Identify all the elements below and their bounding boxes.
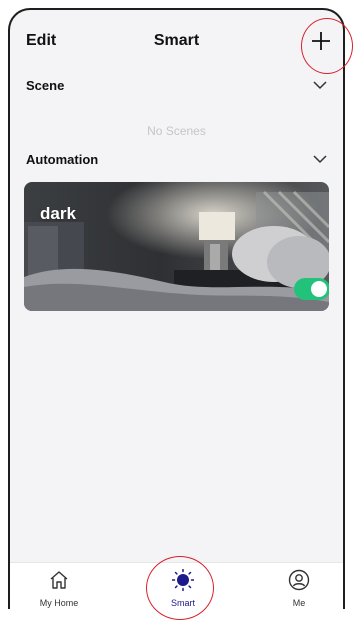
chevron-down-icon[interactable] bbox=[313, 80, 327, 90]
automation-section-header[interactable]: Automation bbox=[10, 148, 343, 172]
tab-smart[interactable]: Smart bbox=[138, 568, 228, 608]
home-icon bbox=[50, 571, 68, 589]
tab-label: Smart bbox=[170, 598, 195, 608]
automation-label: Automation bbox=[26, 152, 99, 167]
toggle-knob bbox=[311, 281, 327, 297]
header: Edit Smart bbox=[10, 10, 343, 66]
no-scenes-text: No Scenes bbox=[147, 124, 206, 138]
user-icon bbox=[288, 569, 310, 591]
phone-screen: Edit Smart Scene No Scenes Automation da… bbox=[8, 8, 345, 609]
automation-name: dark bbox=[40, 204, 76, 223]
add-button[interactable] bbox=[306, 26, 336, 56]
sun-icon bbox=[171, 568, 195, 592]
automation-toggle[interactable] bbox=[294, 278, 329, 300]
tab-label: Me bbox=[292, 598, 306, 608]
tab-bar: My Home Smart Me bbox=[10, 562, 343, 609]
scene-section-header[interactable]: Scene bbox=[10, 74, 343, 98]
tab-my-home[interactable]: My Home bbox=[14, 569, 104, 608]
bedroom-background-image bbox=[24, 182, 329, 311]
plus-icon bbox=[312, 32, 330, 50]
tab-me[interactable]: Me bbox=[254, 569, 343, 608]
page-title: Smart bbox=[153, 32, 200, 49]
tab-label: My Home bbox=[39, 598, 79, 608]
scene-label: Scene bbox=[26, 78, 65, 93]
automation-card[interactable]: dark bbox=[24, 182, 329, 311]
chevron-down-icon[interactable] bbox=[313, 154, 327, 164]
